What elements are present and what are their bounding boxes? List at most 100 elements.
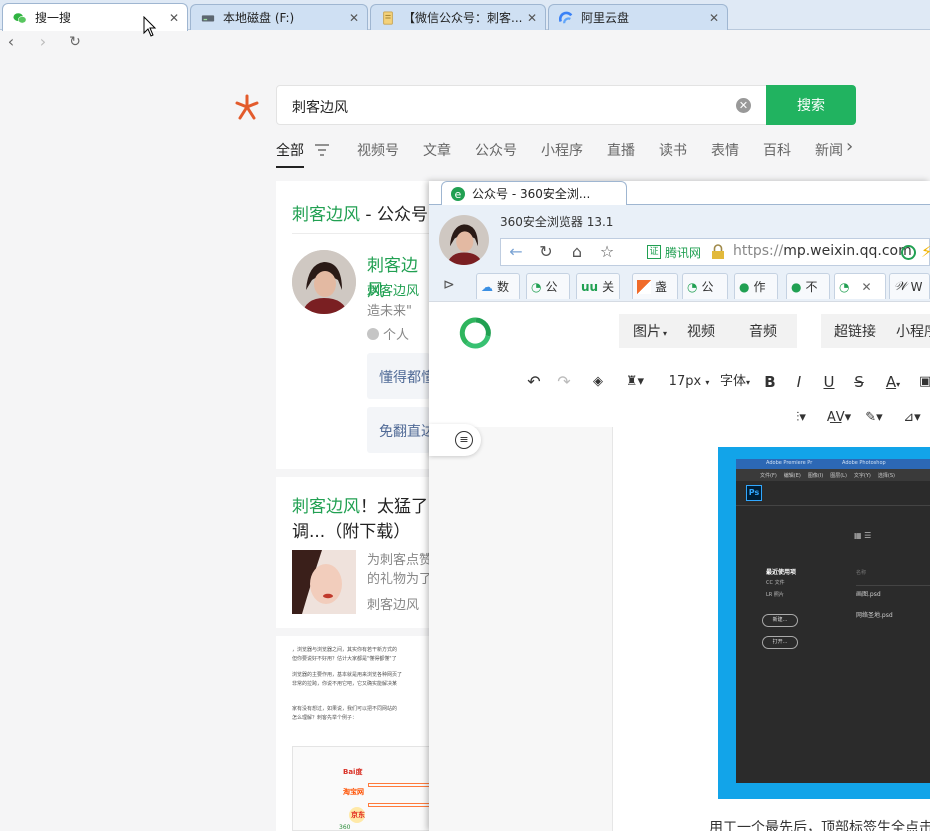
fav-tab-9[interactable]: 𝒲W — [889, 273, 930, 299]
tab-news[interactable]: 新闻 — [815, 140, 845, 160]
search-button[interactable]: 搜索 — [766, 85, 856, 125]
result-title[interactable]: 刺客边风 - 公众号 — [292, 200, 428, 225]
bold-button[interactable]: B — [763, 372, 777, 392]
quick-link-1[interactable]: 懂得都懂 — [367, 353, 435, 399]
menu-mini-program[interactable]: 小程序 — [896, 321, 930, 341]
sogou-logo-icon[interactable] — [232, 92, 262, 122]
article-desc-1: 为刺客点赞 — [367, 553, 433, 568]
clear-icon[interactable]: ✕ — [736, 98, 751, 113]
fav-tab-4[interactable]: 盏 — [632, 273, 678, 299]
snippet-text: ，浏览器与浏览器之间，其实你有若干新方式的 但你要说好不好用？估计大家都是"懂得… — [292, 647, 403, 721]
close-icon[interactable]: ✕ — [525, 11, 539, 25]
forward-button[interactable]: › — [33, 32, 53, 52]
url-text[interactable]: https://mp.weixin.qq.com — [733, 243, 912, 259]
quick-link-2[interactable]: 免翻直达 — [367, 407, 435, 453]
chart-icon[interactable]: ⊿▾ — [899, 408, 925, 428]
tab-all[interactable]: 全部 — [276, 140, 304, 160]
article-thumbnail[interactable] — [292, 550, 356, 614]
fav-tab-6[interactable]: ● 作 — [734, 273, 778, 299]
tab-articles[interactable]: 文章 — [423, 140, 451, 160]
redo-icon[interactable]: ↷ — [555, 372, 573, 392]
article-body-text[interactable]: 用工一个最先后，顶部标签生全点击 — [709, 817, 930, 831]
inner-tab-official-account[interactable]: e 公众号 - 360安全浏... — [441, 181, 627, 205]
font-color-button[interactable]: A▾ — [881, 372, 905, 392]
article-title-line2[interactable]: 调...（附下载） — [292, 517, 410, 542]
snippet-screenshot: Bai度 淘宝网 京东 360 — [292, 746, 430, 831]
divider — [736, 505, 930, 506]
line-height-icon[interactable]: ⫶▾ — [787, 408, 815, 428]
address-bar[interactable]: ← ↻ ⌂ ☆ 证 腾讯网 https://mp.weixin.qq.com ⚡ — [500, 238, 930, 266]
browser-360-window[interactable]: e 公众号 - 360安全浏... 360安全浏览器 13.1 ← ↻ ⌂ ☆ … — [429, 181, 930, 831]
star-icon[interactable]: ☆ — [598, 243, 616, 261]
underline-button[interactable]: U — [822, 372, 836, 392]
italic-button[interactable]: I — [792, 372, 806, 392]
tab-wechat-article[interactable]: 【微信公众号：刺客... ✕ — [370, 4, 546, 30]
tab-stickers[interactable]: 表情 — [711, 140, 739, 160]
article-source[interactable]: 刺客边风 — [367, 594, 419, 613]
reload-button[interactable]: ↻ — [65, 32, 85, 52]
tab-souyisou[interactable]: 搜一搜 ✕ — [2, 3, 188, 31]
fav-tab-2[interactable]: ◔ 公 — [526, 273, 570, 299]
search-input[interactable]: 刺客边风 ✕ — [276, 85, 768, 125]
tab-aliyun-drive[interactable]: 阿里云盘 ✕ — [548, 4, 728, 30]
favorites-bar: ⊳ ☁ 数 ◔ 公 uu 关 盏 ◔ 公 ● 作 ● 不 ◔ ✕ 𝒲W — [429, 271, 930, 301]
outline-toggle-button[interactable]: ≡ — [429, 424, 481, 456]
tab-reading[interactable]: 读书 — [659, 140, 687, 160]
menu-video[interactable]: 视频 — [687, 321, 715, 341]
filter-icon[interactable] — [314, 143, 330, 157]
tab-live[interactable]: 直播 — [607, 140, 635, 160]
cloud-icon: ☁ — [481, 279, 493, 294]
back-button[interactable]: ‹ — [1, 32, 21, 52]
fav-tab-1[interactable]: ☁ 数 — [476, 273, 520, 299]
fav-tab-active[interactable]: ◔ ✕ — [834, 273, 886, 299]
result-card-article[interactable]: 刺客边风！太猛了 调...（附下载） 为刺客点赞 的礼物为了 刺客边风 — [276, 477, 433, 628]
secure-site-badge[interactable]: 证 腾讯网 — [647, 241, 701, 263]
result-card-account[interactable]: 刺客边风 - 公众号 刺客边风 刺客边风 造未来" 个人 懂得都懂 免翻直达 — [276, 181, 435, 469]
magic-wand-icon[interactable]: ✎▾ — [861, 408, 887, 428]
letter-spacing-icon[interactable]: A͟V▾ — [825, 408, 853, 428]
fav-tab-5[interactable]: ◔ 公 — [682, 273, 728, 299]
menu-audio[interactable]: 音频 — [749, 321, 777, 341]
account-desc: 造未来" — [367, 304, 412, 319]
undo-icon[interactable]: ↶ — [525, 372, 543, 392]
wechat-mp-logo-icon[interactable] — [459, 316, 493, 350]
image-icon[interactable]: ▣ — [919, 372, 930, 392]
sidebar-toggle-icon[interactable]: ⊳ — [443, 277, 455, 293]
menu-hyperlink[interactable]: 超链接 — [834, 321, 876, 341]
chevron-right-icon[interactable]: › — [846, 136, 853, 157]
font-family-select[interactable]: 字体▾ — [715, 372, 755, 392]
tab-official-accounts[interactable]: 公众号 — [475, 140, 517, 160]
article-desc-2: 的礼物为了 — [367, 572, 433, 587]
close-icon[interactable]: ✕ — [347, 11, 361, 25]
lightning-icon[interactable]: ⚡ — [921, 242, 930, 261]
tab-local-disk[interactable]: 本地磁盘 (F:) ✕ — [190, 4, 368, 30]
font-size-select[interactable]: 17px ▾ — [665, 372, 713, 392]
fav-tab-3[interactable]: uu 关 — [576, 273, 620, 299]
format-painter-icon[interactable]: ♜▾ — [623, 372, 647, 392]
avatar[interactable] — [292, 250, 356, 314]
clear-format-icon[interactable]: ◈ — [589, 372, 607, 392]
close-icon[interactable]: ✕ — [707, 11, 721, 25]
search-query[interactable]: 刺客边风 — [292, 97, 348, 117]
article-image-photoshop[interactable]: Adobe Premiere Pr Adobe Photoshop 文件(F) … — [718, 447, 930, 799]
chat-icon: ● — [739, 279, 750, 294]
back-arrow-icon[interactable]: ← — [507, 243, 525, 261]
home-icon[interactable]: ⌂ — [568, 243, 586, 261]
flag-icon — [637, 279, 651, 294]
document-icon — [383, 10, 393, 25]
close-icon[interactable]: ✕ — [167, 11, 181, 25]
article-title[interactable]: 刺客边风！太猛了 — [292, 492, 428, 517]
tab-mini-programs[interactable]: 小程序 — [541, 140, 583, 160]
fav-tab-7[interactable]: ● 不 — [786, 273, 830, 299]
reload-icon[interactable]: ↻ — [537, 243, 555, 261]
tab-channels[interactable]: 视频号 — [357, 140, 399, 160]
refresh-green-icon[interactable] — [901, 245, 916, 260]
result-card-snippet[interactable]: ，浏览器与浏览器之间，其实你有若干新方式的 但你要说好不好用？估计大家都是"懂得… — [276, 636, 430, 831]
divider — [856, 585, 930, 586]
outline-panel — [429, 427, 613, 831]
close-icon[interactable]: ✕ — [861, 280, 871, 294]
menu-images[interactable]: 图片 ▾ — [633, 321, 667, 341]
profile-avatar[interactable] — [439, 215, 489, 265]
strikethrough-button[interactable]: S — [852, 372, 866, 392]
tab-encyclopedia[interactable]: 百科 — [763, 140, 791, 160]
